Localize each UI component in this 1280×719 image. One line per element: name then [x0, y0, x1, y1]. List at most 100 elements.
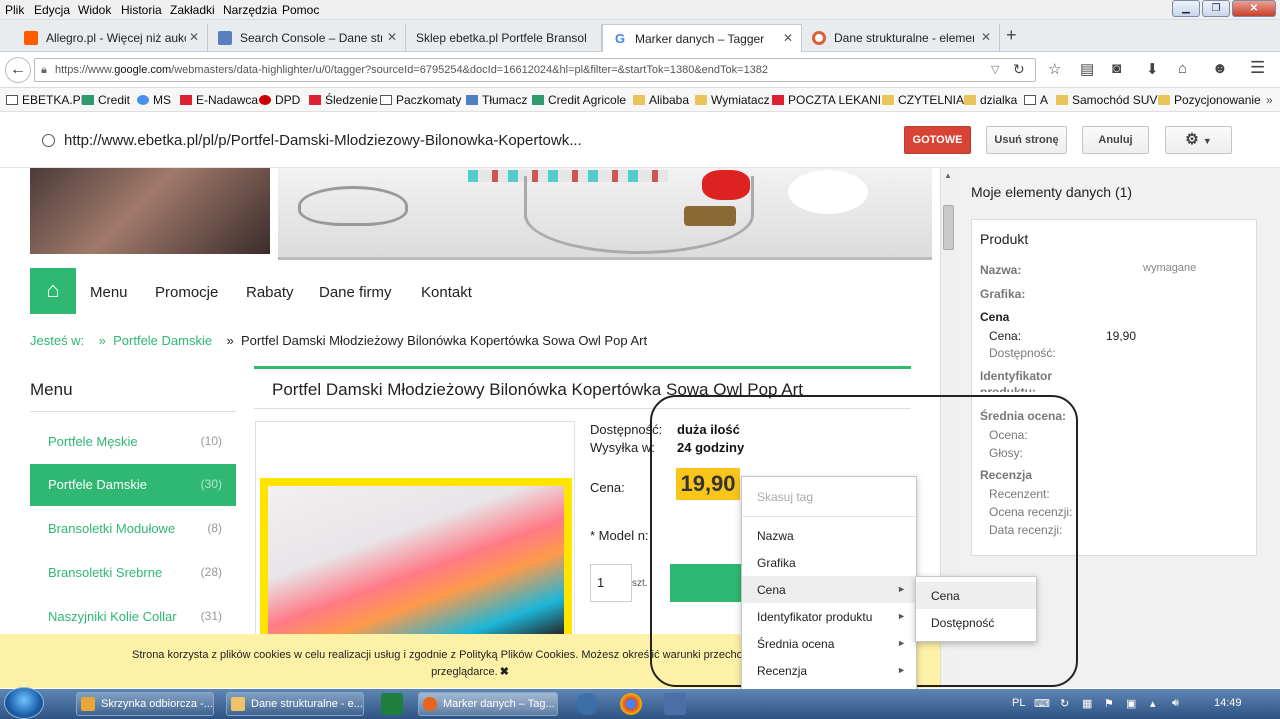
bookmark-credit[interactable]: Credit: [82, 93, 130, 107]
flag-icon[interactable]: ⚑: [1104, 697, 1114, 710]
bookmark-dzialka[interactable]: dzialka: [964, 93, 1017, 107]
app-icon[interactable]: [664, 693, 686, 715]
tab-search-console[interactable]: Search Console – Dane stru... ✕: [208, 24, 406, 52]
category-portfele-meskie[interactable]: Portfele Męskie (10): [30, 421, 236, 463]
submenu-item-cena[interactable]: Cena: [916, 582, 1036, 609]
bookmark-sledzenie[interactable]: Śledzenie: [309, 93, 378, 107]
bookmark-czytelnia[interactable]: CZYTELNIA: [882, 93, 964, 107]
download-icon[interactable]: ⬇: [1146, 60, 1159, 78]
menu-plik[interactable]: Plik: [5, 3, 24, 17]
bookmark-samochod[interactable]: Samochód SUV: [1056, 93, 1157, 107]
bookmark-dpd[interactable]: DPD: [259, 93, 300, 107]
settings-button[interactable]: ⚙ ▼: [1165, 126, 1232, 154]
minimize-icon[interactable]: ▁: [1172, 0, 1200, 17]
new-tab-icon[interactable]: +: [1006, 25, 1017, 46]
bookmark-paczkomaty[interactable]: Paczkomaty: [380, 93, 461, 107]
nav-dane-firmy[interactable]: Dane firmy: [319, 284, 392, 301]
category-naszyjniki[interactable]: Naszyjniki Kolie Collar (31): [30, 596, 236, 638]
close-icon[interactable]: ✖: [500, 666, 509, 678]
menu-narzedzia[interactable]: Narzędzia: [223, 3, 277, 17]
bookmark-ebetka[interactable]: EBETKA.PL: [6, 93, 87, 107]
close-tab-icon[interactable]: ✕: [981, 30, 991, 44]
folder-icon: [1158, 95, 1170, 105]
category-portfele-damskie[interactable]: Portfele Damskie (30): [30, 464, 236, 506]
bookmark-enadawca[interactable]: E-Nadawca: [180, 93, 258, 107]
close-tab-icon[interactable]: ✕: [387, 30, 397, 44]
maximize-icon[interactable]: ❐: [1202, 0, 1230, 17]
bookmark-a[interactable]: A: [1024, 93, 1048, 107]
pocket-icon[interactable]: ◙: [1112, 60, 1121, 77]
home-icon[interactable]: ⌂: [1178, 60, 1187, 77]
nav-rabaty[interactable]: Rabaty: [246, 284, 294, 301]
taskbar-item-mail[interactable]: Skrzynka odbiorcza -...: [76, 692, 214, 716]
menu-item-grafika[interactable]: Grafika: [742, 549, 916, 576]
scroll-up-icon[interactable]: ▲: [944, 171, 952, 180]
tab-tagger[interactable]: G Marker danych – Tagger ✕: [602, 24, 802, 52]
menu-pomoc[interactable]: Pomoc: [282, 3, 319, 17]
tab-allegro[interactable]: Allegro.pl - Więcej niż aukc... ✕: [14, 24, 208, 52]
done-button[interactable]: GOTOWE: [904, 126, 971, 154]
language-indicator[interactable]: PL: [1012, 697, 1025, 709]
menu-item-srednia-ocena[interactable]: Średnia ocena ►: [742, 630, 916, 657]
start-button[interactable]: [4, 687, 44, 719]
bookmark-ms[interactable]: MS: [137, 93, 171, 107]
category-bransoletki-modulowe[interactable]: Bransoletki Modułowe (8): [30, 508, 236, 550]
menu-item-nazwa[interactable]: Nazwa: [742, 522, 916, 549]
bookmark-credit-agricole[interactable]: Credit Agricole: [532, 93, 626, 107]
bookmark-pozycjonowanie[interactable]: Pozycjonowanie: [1158, 93, 1261, 107]
menu-item-identyfikator[interactable]: Identyfikator produktu ►: [742, 603, 916, 630]
menu-edycja[interactable]: Edycja: [34, 3, 70, 17]
image-label: Grafika:: [980, 287, 1026, 301]
menu-historia[interactable]: Historia: [121, 3, 162, 17]
menu-bar: Plik Edycja Widok Historia Zakładki Narz…: [0, 0, 1280, 20]
taskbar-item-firefox[interactable]: Marker danych – Tag...: [418, 692, 558, 716]
remove-page-button[interactable]: Usuń stronę: [986, 126, 1067, 154]
submenu-item-dostepnosc[interactable]: Dostępność: [916, 609, 1036, 636]
name-required: wymagane: [1143, 262, 1197, 274]
menu-widok[interactable]: Widok: [78, 3, 111, 17]
update-icon[interactable]: ↻: [1060, 697, 1069, 710]
chrome-icon[interactable]: [620, 693, 642, 715]
star-icon[interactable]: ☆: [1048, 60, 1061, 78]
bookmark-wymiatacz[interactable]: Wymiatacz: [695, 93, 770, 107]
emoji-icon[interactable]: ☻: [1212, 60, 1228, 77]
clock[interactable]: 14:49: [1214, 697, 1242, 709]
scrollbar-thumb[interactable]: [943, 205, 954, 250]
volume-icon[interactable]: 🔊︎: [1172, 697, 1179, 710]
home-button[interactable]: ⌂: [30, 268, 76, 314]
menu-zakladki[interactable]: Zakładki: [170, 3, 215, 17]
chevron-right-icon[interactable]: »: [1266, 93, 1273, 107]
reading-list-icon[interactable]: ▤: [1080, 60, 1094, 78]
tab-ebetka[interactable]: Sklep ebetka.pl Portfele Bransol...: [406, 24, 602, 52]
bookmark-poczta[interactable]: POCZTA LEKANI: [772, 93, 881, 107]
close-tab-icon[interactable]: ✕: [189, 30, 199, 44]
url-bar[interactable]: 🔒︎ https://www.google.com/webmasters/dat…: [34, 58, 1036, 82]
taskbar-item-dane[interactable]: Dane strukturalne - e...: [226, 692, 364, 716]
nav-menu[interactable]: Menu: [90, 284, 128, 301]
bookmark-alibaba[interactable]: Alibaba: [633, 93, 689, 107]
menu-item-cena[interactable]: Cena ►: [742, 576, 916, 603]
cancel-button[interactable]: Anuluj: [1082, 126, 1149, 154]
close-tab-icon[interactable]: ✕: [783, 31, 793, 45]
reload-icon[interactable]: ↻: [1013, 61, 1025, 78]
network-icon[interactable]: ▦: [1082, 697, 1092, 710]
tab-dane-strukturalne[interactable]: Dane strukturalne - elemen... ✕: [802, 24, 1000, 52]
sync-icon[interactable]: [576, 693, 598, 715]
close-icon[interactable]: ✕: [1232, 0, 1276, 17]
clear-tag-item[interactable]: Skasuj tag: [742, 483, 916, 510]
nav-kontakt[interactable]: Kontakt: [421, 284, 472, 301]
menu-item-recenzja[interactable]: Recenzja ►: [742, 657, 916, 684]
excel-icon[interactable]: [381, 693, 403, 715]
signal-icon[interactable]: ▴: [1150, 697, 1156, 710]
gear-icon: ⚙: [1185, 131, 1199, 148]
power-icon[interactable]: ▣: [1126, 697, 1136, 710]
menu-icon[interactable]: ☰: [1250, 58, 1265, 78]
keyboard-icon[interactable]: ⌨: [1034, 697, 1050, 710]
breadcrumb-category[interactable]: Portfele Damskie: [113, 333, 212, 348]
category-bransoletki-srebrne[interactable]: Bransoletki Srebrne (28): [30, 552, 236, 594]
dropdown-icon[interactable]: ▽: [991, 63, 999, 76]
quantity-input[interactable]: 1: [590, 564, 632, 602]
back-button[interactable]: ←: [5, 57, 31, 83]
bookmark-tlumacz[interactable]: Tłumacz: [466, 93, 527, 107]
nav-promocje[interactable]: Promocje: [155, 284, 218, 301]
